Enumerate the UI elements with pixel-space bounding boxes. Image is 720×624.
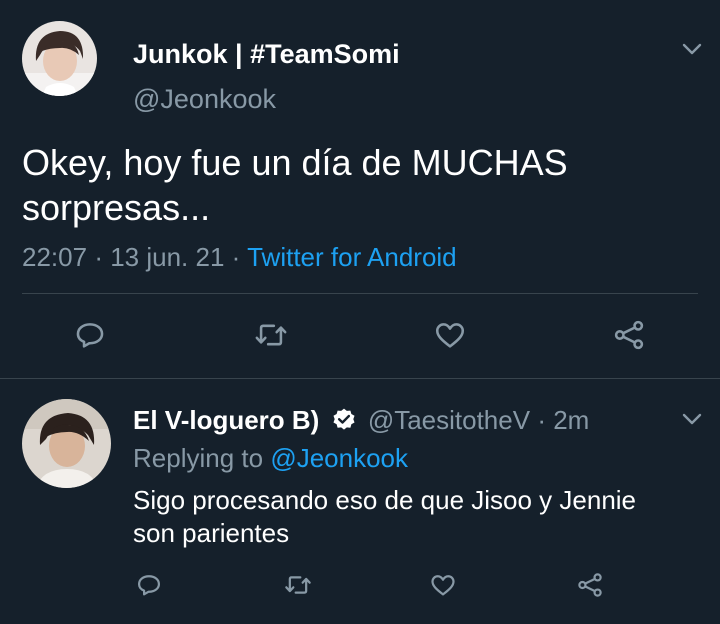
meta-separator: ·	[537, 405, 546, 435]
share-icon[interactable]	[575, 571, 605, 599]
tweet-text-line: sorpresas...	[22, 187, 211, 228]
replying-to: Replying to @Jeonkook	[133, 442, 408, 474]
verified-badge-icon	[331, 407, 357, 433]
share-icon[interactable]	[611, 318, 647, 352]
reply-header: El V-loguero B) @TaesitotheV · 2m	[133, 404, 589, 436]
like-icon[interactable]	[433, 318, 467, 352]
divider	[22, 293, 698, 294]
author-avatar[interactable]	[22, 21, 97, 96]
chevron-down-icon[interactable]	[681, 408, 703, 430]
retweet-icon[interactable]	[253, 318, 289, 352]
tweet-source-link[interactable]: Twitter for Android	[247, 242, 457, 272]
reply-author-avatar[interactable]	[22, 399, 111, 488]
reply-text-line: Sigo procesando eso de que Jisoo y Jenni…	[133, 485, 637, 515]
tweet-time[interactable]: 22:07	[22, 242, 87, 272]
reply-icon[interactable]	[73, 318, 107, 352]
chevron-down-icon[interactable]	[681, 38, 703, 60]
reply-text-line: son parientes	[133, 518, 290, 548]
meta-separator: ·	[231, 242, 241, 272]
author-display-name[interactable]: Junkok | #TeamSomi	[133, 38, 400, 70]
replying-to-label: Replying to	[133, 443, 264, 473]
reply-handle[interactable]: @TaesitotheV	[368, 405, 530, 435]
author-handle[interactable]: @Jeonkook	[133, 83, 276, 115]
divider	[0, 378, 720, 379]
like-icon[interactable]	[429, 571, 457, 599]
reply-icon[interactable]	[135, 571, 163, 599]
retweet-icon[interactable]	[283, 571, 313, 599]
tweet-meta: 22:07 · 13 jun. 21 · Twitter for Android	[22, 241, 457, 273]
tweet-date[interactable]: 13 jun. 21	[110, 242, 224, 272]
tweet-text: Okey, hoy fue un día de MUCHAS sorpresas…	[22, 140, 568, 230]
reply-display-name[interactable]: El V-loguero B)	[133, 405, 319, 435]
meta-separator: ·	[94, 242, 103, 272]
tweet-text-line: Okey, hoy fue un día de MUCHAS	[22, 142, 568, 183]
reply-text: Sigo procesando eso de que Jisoo y Jenni…	[133, 484, 636, 550]
replying-to-handle[interactable]: @Jeonkook	[270, 443, 408, 473]
reply-time-ago[interactable]: 2m	[553, 405, 589, 435]
